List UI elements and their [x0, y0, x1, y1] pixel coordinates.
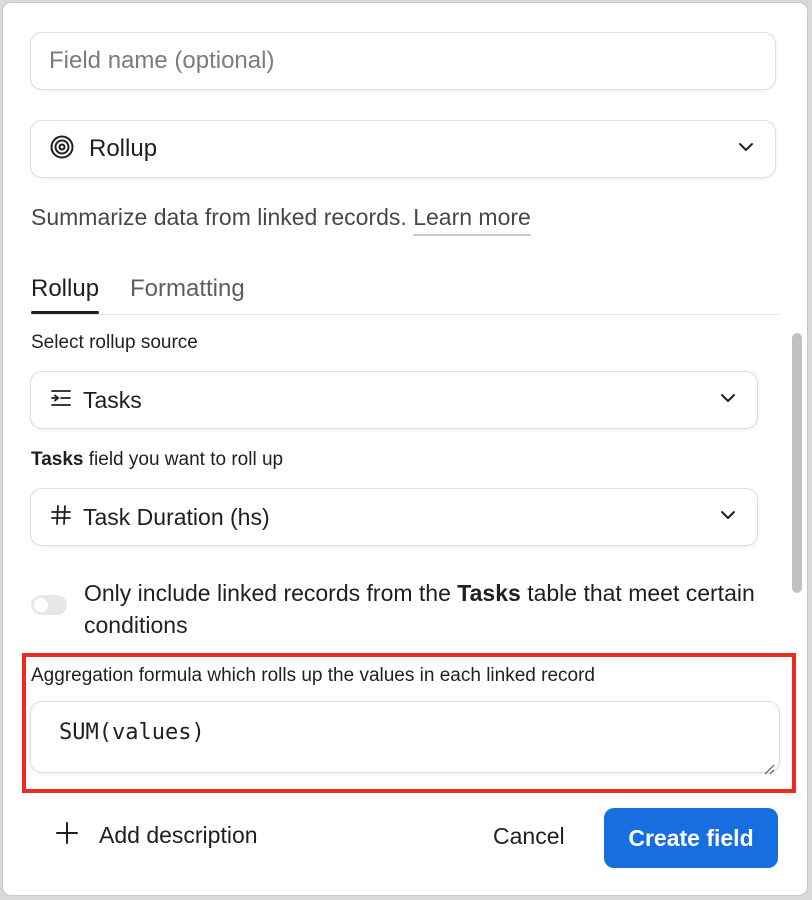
field-type-select[interactable]: Rollup	[30, 120, 776, 178]
tab-rollup[interactable]: Rollup	[31, 275, 100, 314]
create-field-dialog: Rollup Summarize data from linked record…	[3, 3, 807, 895]
rollup-spiral-icon	[49, 134, 75, 165]
tab-formatting[interactable]: Formatting	[130, 275, 245, 303]
toggle-knob	[34, 598, 48, 612]
chevron-down-icon	[717, 387, 739, 414]
aggregation-label: Aggregation formula which rolls up the v…	[31, 665, 595, 686]
scrollbar-thumb[interactable]	[792, 333, 802, 593]
chevron-down-icon	[735, 136, 757, 163]
resize-handle-icon[interactable]	[763, 756, 775, 775]
field-type-label: Rollup	[89, 135, 158, 162]
create-field-button[interactable]: Create field	[604, 808, 778, 868]
condition-toggle-text: Only include linked records from the Tas…	[84, 580, 755, 638]
add-description-label: Add description	[99, 822, 258, 848]
add-description-button[interactable]: Add description	[55, 821, 258, 850]
field-type-description: Summarize data from linked records. Lear…	[31, 204, 531, 236]
rollup-source-label: Select rollup source	[31, 332, 198, 353]
formula-text: SUM(values)	[59, 720, 205, 745]
field-name-input[interactable]	[30, 32, 776, 90]
rollup-source-value: Tasks	[83, 386, 142, 413]
linked-list-icon	[49, 386, 73, 415]
chevron-down-icon	[717, 504, 739, 531]
config-tabs: Rollup Formatting	[31, 270, 779, 315]
rollup-source-select[interactable]: Tasks	[30, 371, 758, 429]
rollup-field-value: Task Duration (hs)	[83, 503, 270, 530]
hash-icon	[49, 503, 73, 532]
learn-more-link[interactable]: Learn more	[413, 204, 531, 236]
aggregation-formula-input[interactable]: SUM(values)	[30, 701, 780, 775]
rollup-field-label: Tasks field you want to roll up	[31, 449, 284, 470]
cancel-button[interactable]: Cancel	[493, 823, 565, 850]
condition-toggle[interactable]	[31, 595, 67, 615]
rollup-field-select[interactable]: Task Duration (hs)	[30, 488, 758, 546]
plus-icon	[55, 821, 79, 850]
